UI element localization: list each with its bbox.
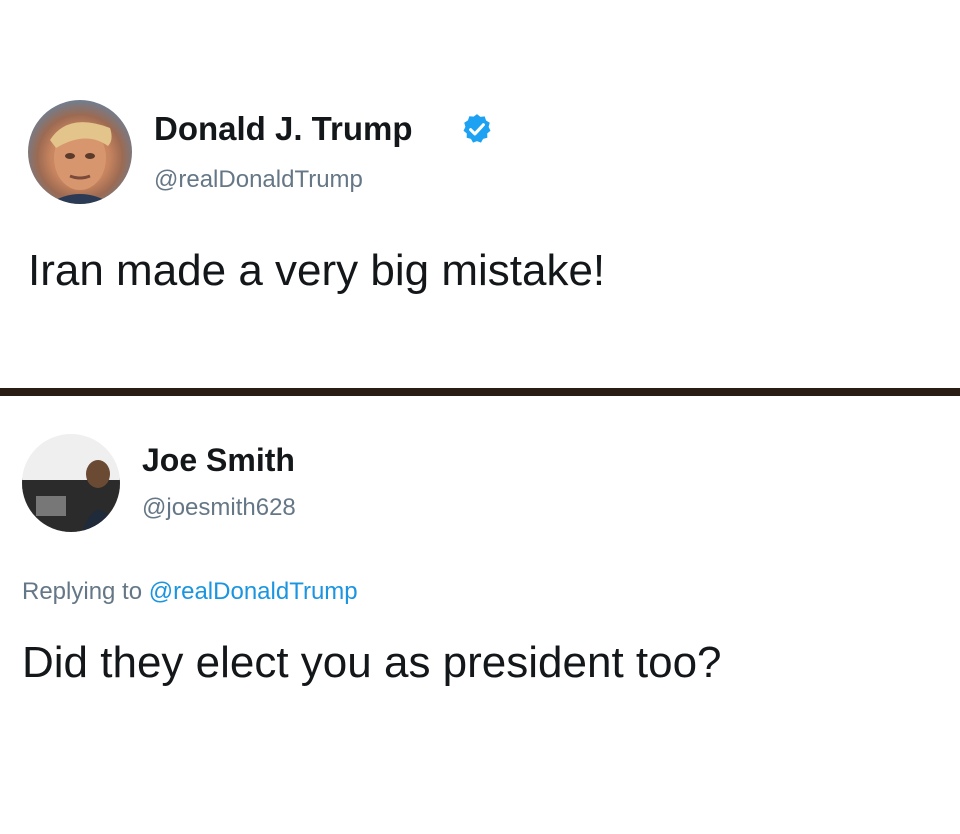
avatar[interactable]: [28, 100, 132, 204]
avatar-portrait: [48, 122, 112, 204]
tweet-text: Iran made a very big mistake!: [28, 246, 606, 295]
display-name[interactable]: Joe Smith: [142, 442, 295, 479]
reply-context: Replying to @realDonaldTrump: [22, 578, 358, 606]
handle[interactable]: @realDonaldTrump: [154, 166, 363, 194]
tweet-original[interactable]: Donald J. Trump @realDonaldTrump Iran ma…: [0, 0, 960, 388]
avatar-portrait: [22, 434, 120, 532]
verified-badge-icon: [463, 114, 491, 143]
reply-prefix: Replying to: [22, 578, 143, 605]
handle[interactable]: @joesmith628: [142, 494, 296, 522]
divider: [0, 388, 960, 396]
avatar[interactable]: [22, 434, 120, 532]
tweet-text: Did they elect you as president too?: [22, 638, 722, 687]
display-name[interactable]: Donald J. Trump: [154, 110, 413, 148]
reply-to-link[interactable]: @realDonaldTrump: [149, 578, 358, 605]
